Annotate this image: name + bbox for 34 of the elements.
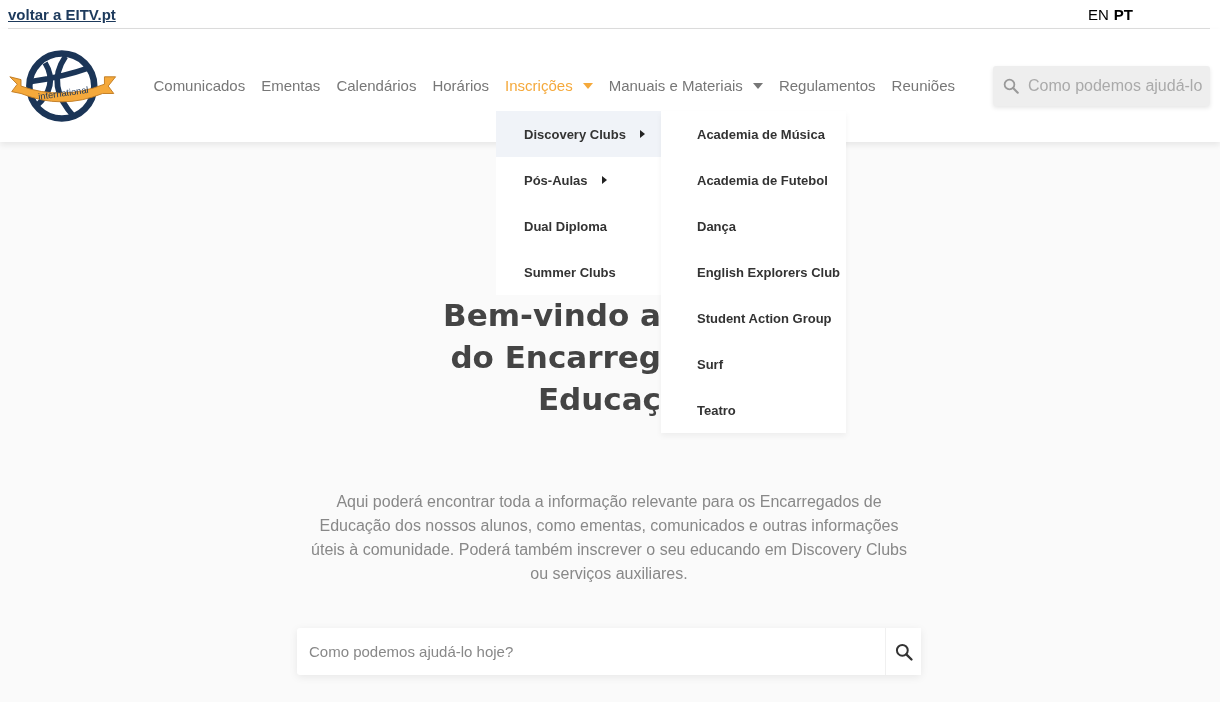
menu-item[interactable]: Discovery Clubs xyxy=(496,111,661,157)
back-link[interactable]: voltar a EITV.pt xyxy=(8,5,116,23)
menu-item[interactable]: Pós-Aulas xyxy=(496,157,661,203)
intro-text: Aqui poderá encontrar toda a informação relevante para os Encarregados de Educação dos nossos alunos, como ementas, comunicados e outras informações úteis à comunidade. Poderá também inscrever o seu educando em Discovery Clubs ou serviços auxiliares. xyxy=(310,492,908,584)
menu-item[interactable]: Student Action Group xyxy=(661,295,846,341)
menu-item[interactable]: Dança xyxy=(661,203,846,249)
search-field[interactable]: Como podemos ajudá-lo hoje? xyxy=(297,642,885,661)
nav-link[interactable]: Reuniões xyxy=(891,77,955,94)
menu-item[interactable]: Dual Diploma xyxy=(496,203,661,249)
nav-link[interactable]: Ementas xyxy=(261,77,321,94)
search-button[interactable] xyxy=(885,628,921,675)
page-heading: Educaç xyxy=(536,380,661,419)
search-field[interactable]: Como podemos ajudá-lo xyxy=(1026,75,1210,96)
menu-item[interactable]: English Explorers Club xyxy=(661,249,846,295)
search-bar[interactable]: Como podemos ajudá-lo hoje? xyxy=(297,628,921,675)
language-link[interactable]: PT xyxy=(1113,5,1133,23)
nav-link[interactable]: Manuais e Materiais xyxy=(608,77,763,94)
search-bar[interactable]: Como podemos ajudá-lo xyxy=(993,65,1210,106)
nav-link[interactable]: Calendários xyxy=(336,77,417,94)
logo-text: international xyxy=(37,84,90,102)
page-heading: Bem-vindo a xyxy=(442,296,661,335)
menu-item[interactable]: Surf xyxy=(661,341,846,387)
menu-item[interactable]: Summer Clubs xyxy=(496,249,661,295)
search-icon xyxy=(1002,76,1020,95)
logo[interactable]: international xyxy=(8,45,118,128)
menu-item[interactable]: Academia de Música xyxy=(661,111,846,157)
search-icon xyxy=(893,641,914,662)
language-link[interactable]: EN xyxy=(1088,5,1109,23)
page-heading: do Encarreg xyxy=(449,338,661,377)
menu-item[interactable]: Academia de Futebol xyxy=(661,157,846,203)
nav-link[interactable]: Regulamentos xyxy=(778,77,876,94)
nav-link[interactable]: Horários xyxy=(432,77,490,94)
nav-link[interactable]: Comunicados xyxy=(153,77,246,94)
menu-item[interactable]: Teatro xyxy=(661,387,846,433)
